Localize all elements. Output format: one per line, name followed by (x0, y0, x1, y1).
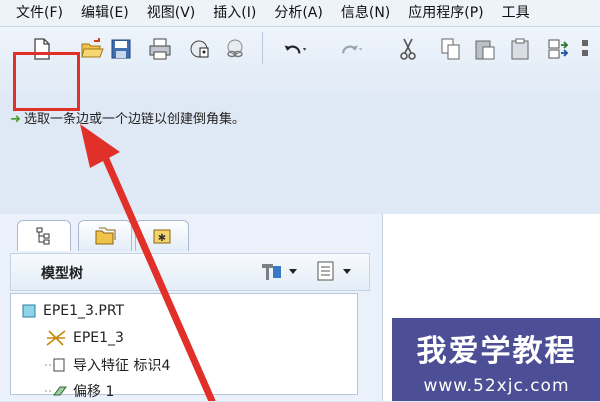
watermark-title: 我爱学教程 (416, 334, 577, 369)
watermark-url: www.52xjc.com (423, 376, 570, 396)
watermark: 我爱学教程 www.52xjc.com (392, 318, 600, 401)
